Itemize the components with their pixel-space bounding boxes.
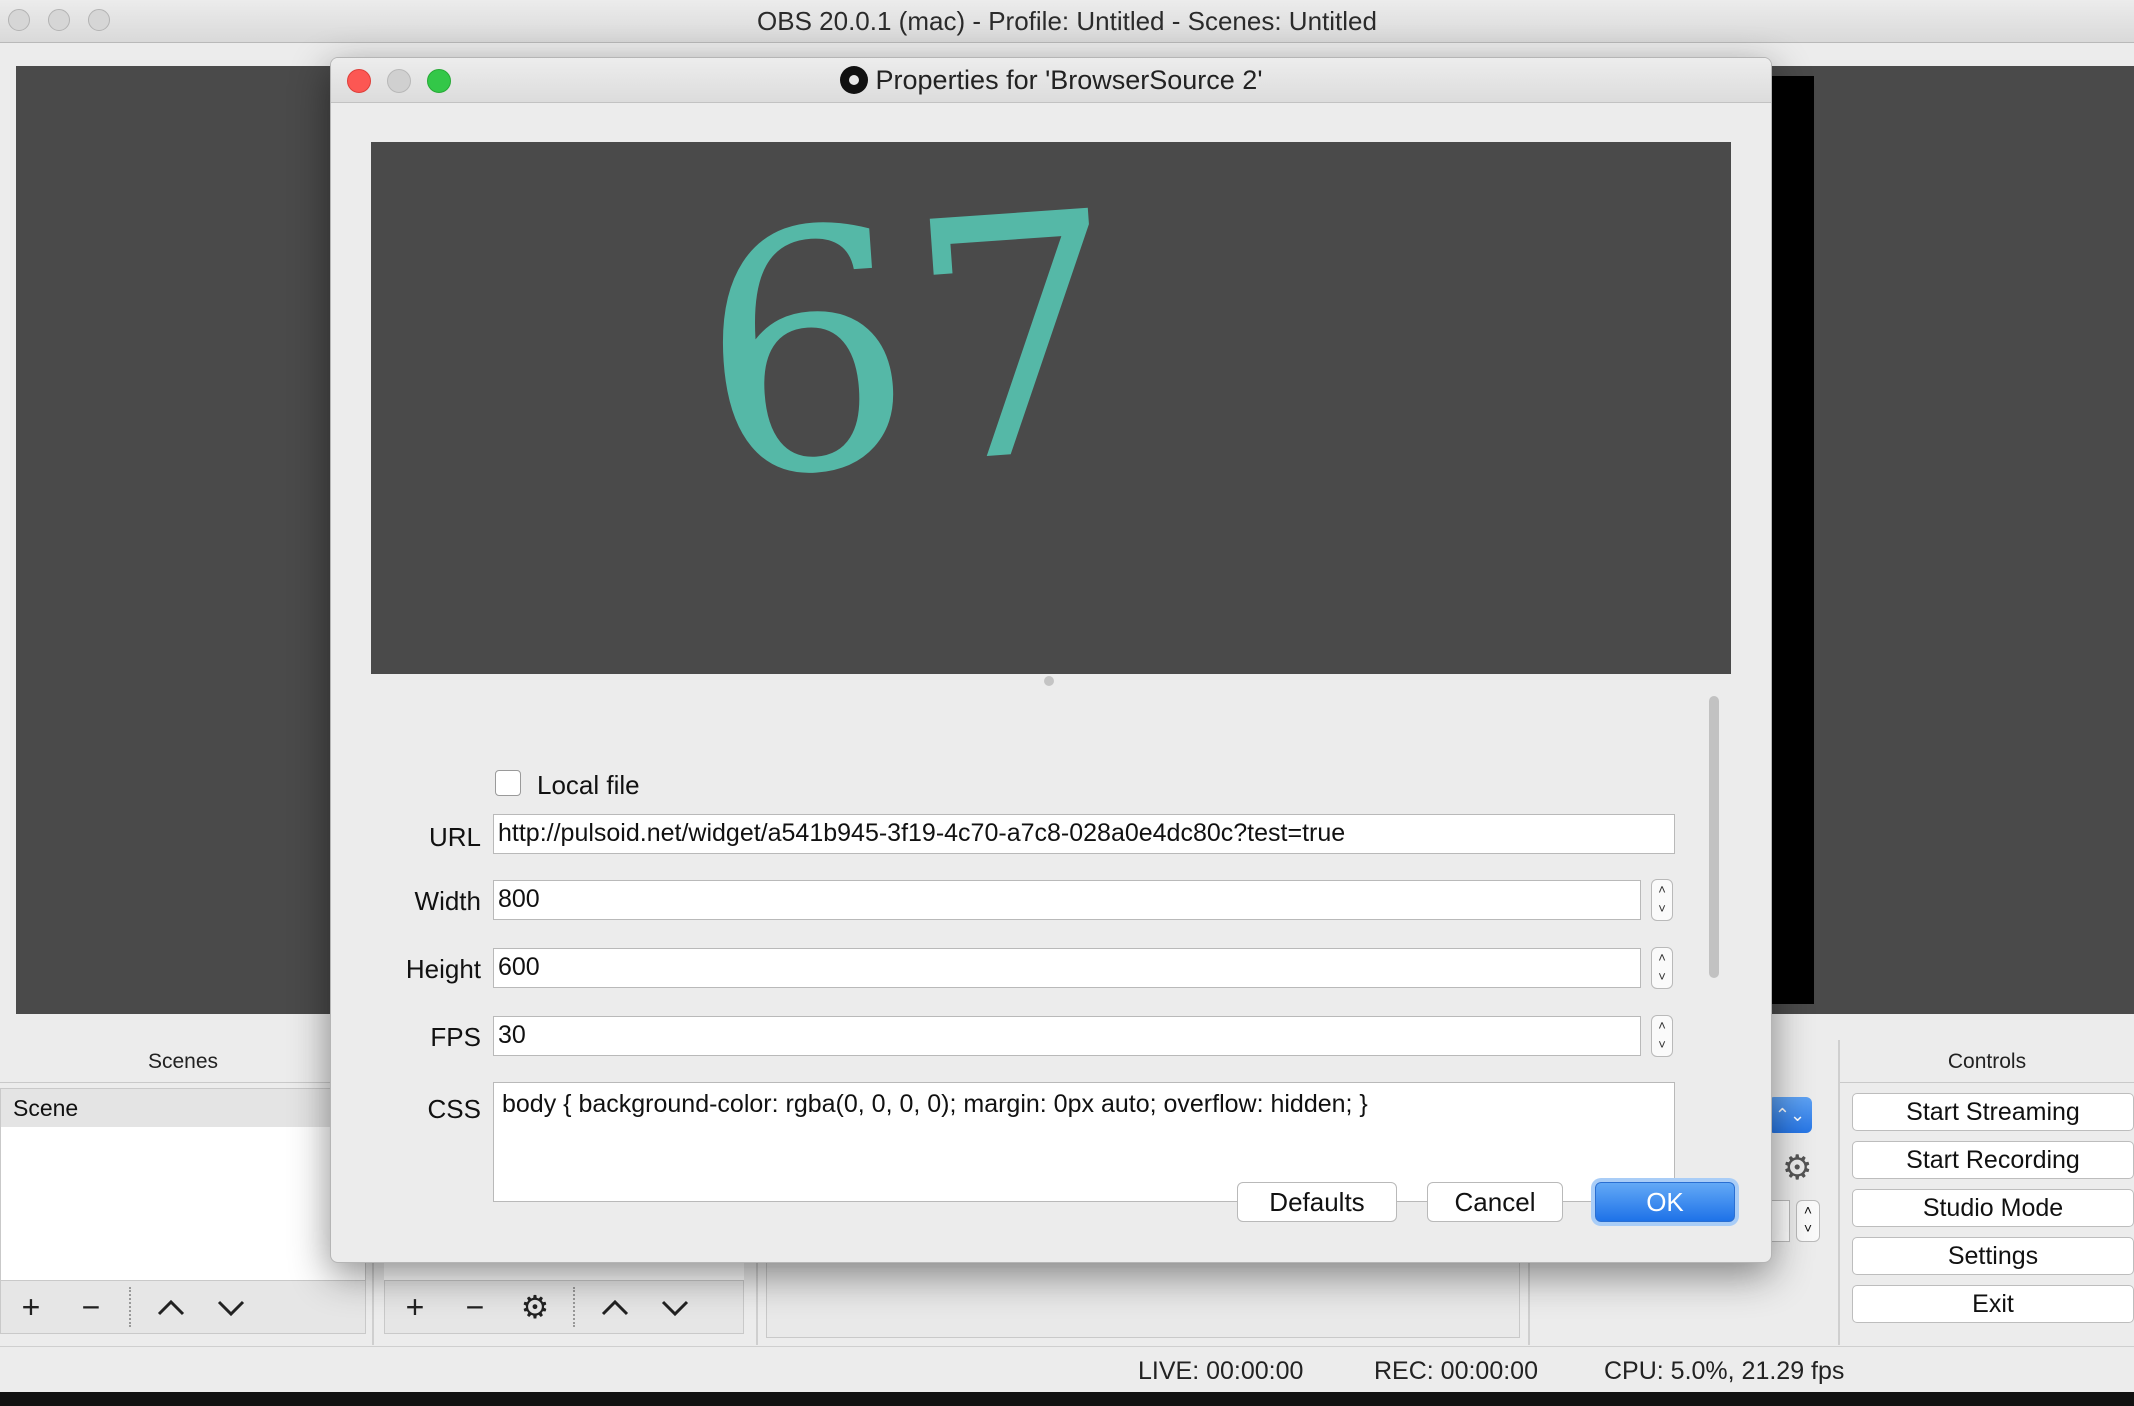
studio-mode-button[interactable]: Studio Mode xyxy=(1852,1189,2134,1227)
exit-button[interactable]: Exit xyxy=(1852,1285,2134,1323)
properties-panel: Local file URL http://pulsoid.net/widget… xyxy=(371,690,1731,1202)
sources-toolbar: + − ⚙ xyxy=(384,1280,744,1334)
scenes-list[interactable]: Scene xyxy=(0,1088,366,1284)
preview-splitter-handle[interactable] xyxy=(1044,676,1054,686)
dialog-titlebar: Properties for 'BrowserSource 2' xyxy=(331,58,1771,103)
url-field[interactable]: http://pulsoid.net/widget/a541b945-3f19-… xyxy=(493,814,1675,854)
minus-icon[interactable]: − xyxy=(455,1289,495,1325)
audio-mixer-area xyxy=(766,1260,1520,1338)
preview-scene-content xyxy=(1770,76,1814,1004)
main-window-title: OBS 20.0.1 (mac) - Profile: Untitled - S… xyxy=(757,6,1377,36)
start-streaming-button[interactable]: Start Streaming xyxy=(1852,1093,2134,1131)
cpu-fps-readout: CPU: 5.0%, 21.29 fps xyxy=(1604,1357,1845,1385)
controls-dock-header: Controls xyxy=(1840,1042,2134,1083)
toolbar-separator xyxy=(573,1287,575,1327)
height-field[interactable]: 600 xyxy=(493,948,1641,988)
width-stepper[interactable]: ˄ ˅ xyxy=(1651,879,1673,921)
plus-icon[interactable]: + xyxy=(11,1289,51,1325)
url-label: URL xyxy=(428,822,481,852)
transition-duration-stepper[interactable]: ˄ ˅ xyxy=(1796,1200,1820,1242)
preview-canvas-right[interactable] xyxy=(1770,66,2134,1014)
local-file-label: Local file xyxy=(537,770,640,800)
properties-dialog: Properties for 'BrowserSource 2' 67 Loca… xyxy=(330,57,1772,1263)
chevron-down-icon[interactable] xyxy=(655,1289,695,1325)
fps-field[interactable]: 30 xyxy=(493,1016,1641,1056)
plus-icon[interactable]: + xyxy=(395,1289,435,1325)
height-label: Height xyxy=(405,954,481,984)
width-label: Width xyxy=(414,886,481,916)
obs-logo-icon xyxy=(839,66,868,94)
chevron-up-icon[interactable] xyxy=(151,1289,191,1325)
local-file-checkbox[interactable] xyxy=(495,770,521,796)
properties-scrollbar[interactable] xyxy=(1705,690,1723,1198)
width-field[interactable]: 800 xyxy=(493,880,1641,920)
settings-button[interactable]: Settings xyxy=(1852,1237,2134,1275)
defaults-button[interactable]: Defaults xyxy=(1237,1182,1397,1222)
dialog-title: Properties for 'BrowserSource 2' xyxy=(875,65,1263,95)
gear-icon[interactable]: ⚙ xyxy=(1782,1148,1812,1188)
scenes-toolbar: + − xyxy=(0,1280,366,1334)
chevron-down-icon[interactable] xyxy=(211,1289,251,1325)
transition-select[interactable]: ⌃⌄ xyxy=(1768,1097,1812,1133)
chevron-up-icon[interactable] xyxy=(595,1289,635,1325)
desktop-strip xyxy=(0,1392,2134,1406)
live-timer: LIVE: 00:00:00 xyxy=(1138,1357,1304,1385)
height-stepper[interactable]: ˄ ˅ xyxy=(1651,947,1673,989)
fps-label: FPS xyxy=(430,1022,481,1052)
rec-timer: REC: 00:00:00 xyxy=(1374,1357,1538,1385)
scenes-dock-header: Scenes xyxy=(0,1042,366,1083)
minus-icon[interactable]: − xyxy=(71,1289,111,1325)
scrollbar-thumb[interactable] xyxy=(1709,696,1719,978)
cancel-button[interactable]: Cancel xyxy=(1427,1182,1563,1222)
toolbar-separator xyxy=(129,1287,131,1327)
gear-icon[interactable]: ⚙ xyxy=(515,1289,555,1325)
preview-canvas[interactable] xyxy=(16,66,336,1014)
scene-list-item[interactable]: Scene xyxy=(1,1089,365,1127)
css-label: CSS xyxy=(427,1094,481,1124)
fps-stepper[interactable]: ˄ ˅ xyxy=(1651,1015,1673,1057)
dialog-title-wrap: Properties for 'BrowserSource 2' xyxy=(331,65,1771,96)
dock-divider xyxy=(1838,1040,1840,1345)
status-bar: LIVE: 00:00:00 REC: 00:00:00 CPU: 5.0%, … xyxy=(0,1346,2134,1393)
start-recording-button[interactable]: Start Recording xyxy=(1852,1141,2134,1179)
ok-button[interactable]: OK xyxy=(1595,1182,1735,1222)
main-window-titlebar: OBS 20.0.1 (mac) - Profile: Untitled - S… xyxy=(0,0,2134,43)
heart-rate-value: 67 xyxy=(688,140,1134,554)
browser-source-preview: 67 xyxy=(371,140,1731,674)
